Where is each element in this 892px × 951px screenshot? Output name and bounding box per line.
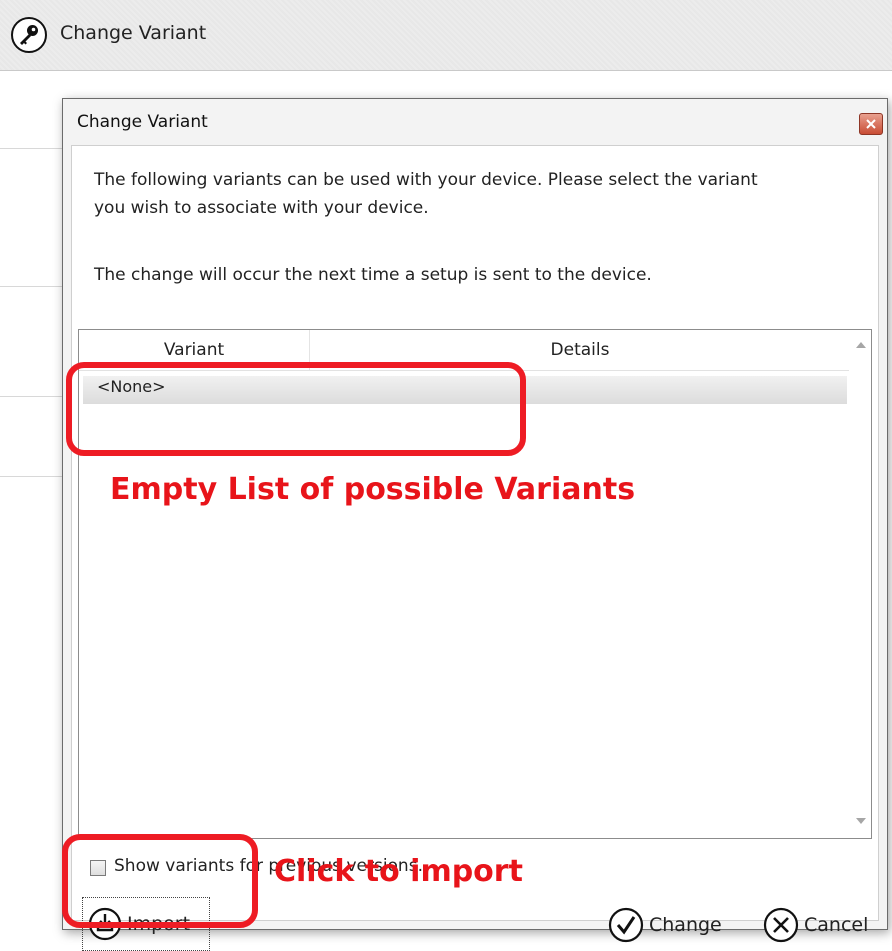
cancel-icon	[763, 907, 799, 943]
instructions-line-3: The change will occur the next time a se…	[94, 265, 652, 285]
change-variant-dialog: Change Variant The following variants ca…	[62, 98, 888, 951]
close-icon	[866, 119, 876, 129]
annotation-import-note: Click to import	[274, 854, 523, 889]
cancel-button[interactable]: Cancel	[762, 906, 868, 944]
annotation-list-highlight	[66, 362, 526, 456]
app-title: Change Variant	[60, 22, 207, 44]
close-button[interactable]	[859, 113, 883, 135]
dialog-title: Change Variant	[77, 112, 208, 132]
change-label: Change	[649, 914, 722, 936]
instructions-line-1: The following variants can be used with …	[94, 170, 758, 190]
dialog-body: The following variants can be used with …	[71, 145, 879, 951]
scroll-up-icon[interactable]	[856, 342, 866, 348]
checkmark-icon	[608, 907, 644, 943]
app-header: Change Variant	[0, 0, 892, 71]
instructions-line-2: you wish to associate with your device.	[94, 198, 429, 218]
vertical-scrollbar[interactable]	[851, 330, 871, 836]
cancel-label: Cancel	[804, 914, 869, 936]
scroll-down-icon[interactable]	[856, 818, 866, 824]
annotation-list-note: Empty List of possible Variants	[110, 472, 636, 507]
key-icon	[11, 17, 47, 53]
change-button[interactable]: Change	[607, 906, 722, 944]
annotation-import-highlight	[62, 834, 258, 928]
